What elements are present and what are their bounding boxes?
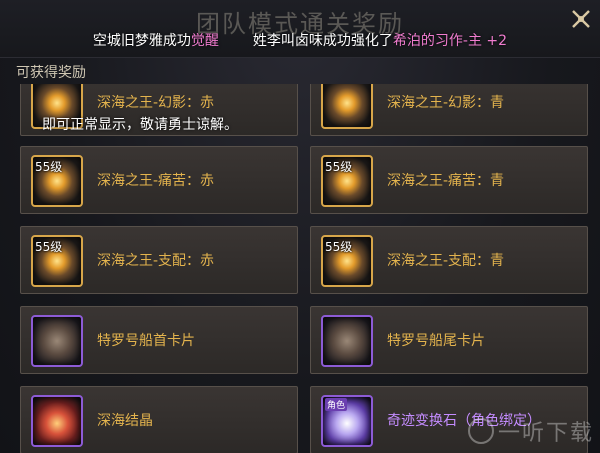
watermark-logo-icon <box>467 418 494 444</box>
pain-red-icon: 55级 <box>31 155 83 207</box>
level-badge: 55级 <box>325 240 353 254</box>
reward-card-dominate-red[interactable]: 55级 深海之王-支配：赤 <box>20 226 298 294</box>
deep-sea-crystal-icon <box>31 395 83 447</box>
close-icon[interactable] <box>568 6 594 32</box>
level-badge: 55级 <box>35 160 63 174</box>
dominate-red-icon: 55级 <box>31 235 83 287</box>
ship-stern-card-icon <box>321 315 373 367</box>
miracle-stone-icon: 角色 <box>321 395 373 447</box>
watermark: 一听下载 <box>467 415 594 447</box>
reward-card-pain-blue[interactable]: 55级 深海之王-痛苦：青 <box>310 146 588 214</box>
bound-badge: 角色 <box>325 398 348 411</box>
reward-name: 深海之王-支配：赤 <box>97 253 215 269</box>
reward-name: 深海之王-支配：青 <box>387 253 505 269</box>
broadcast-highlight-2: 希泊的习作-主 +2 <box>392 33 508 49</box>
reward-grid[interactable]: 深海之王-幻影：赤 深海之王-幻影：青 55级 深海之王-痛苦：赤 55级 深海… <box>20 84 600 453</box>
ship-bow-card-icon <box>31 315 83 367</box>
broadcast-message: 空城旧梦雅成功觉醒 姓李叫卤味成功强化了希泊的习作-主 +2 <box>0 30 600 50</box>
reward-name: 深海之王-痛苦：赤 <box>97 173 215 189</box>
reward-card-phantom-blue[interactable]: 深海之王-幻影：青 <box>310 84 588 136</box>
dominate-blue-icon: 55级 <box>321 235 373 287</box>
broadcast-text-2: 姓李叫卤味成功强化了 <box>252 33 393 49</box>
watermark-text: 一听下载 <box>497 421 594 446</box>
phantom-blue-icon <box>321 84 373 129</box>
rewards-subtitle: 可获得奖励 <box>16 65 86 81</box>
reward-card-deep-sea-crystal[interactable]: 深海结晶 <box>20 386 298 453</box>
notice-overlay: 即可正常显示，敬请勇士谅解。 <box>42 117 238 133</box>
panel-header: 团队模式通关奖励 空城旧梦雅成功觉醒 姓李叫卤味成功强化了希泊的习作-主 +2 <box>0 0 600 58</box>
level-badge: 55级 <box>325 160 353 174</box>
reward-card-ship-bow[interactable]: 特罗号船首卡片 <box>20 306 298 374</box>
reward-card-dominate-blue[interactable]: 55级 深海之王-支配：青 <box>310 226 588 294</box>
pain-blue-icon: 55级 <box>321 155 373 207</box>
reward-card-ship-stern[interactable]: 特罗号船尾卡片 <box>310 306 588 374</box>
reward-name: 深海之王-幻影：青 <box>387 95 505 111</box>
reward-name: 深海之王-痛苦：青 <box>387 173 505 189</box>
reward-card-pain-red[interactable]: 55级 深海之王-痛苦：赤 <box>20 146 298 214</box>
broadcast-highlight-1: 觉醒 <box>190 33 219 49</box>
reward-name: 特罗号船尾卡片 <box>387 333 485 349</box>
broadcast-text-1: 空城旧梦雅成功 <box>92 33 191 49</box>
level-badge: 55级 <box>35 240 63 254</box>
reward-name: 深海结晶 <box>97 413 153 429</box>
reward-name: 特罗号船首卡片 <box>97 333 195 349</box>
